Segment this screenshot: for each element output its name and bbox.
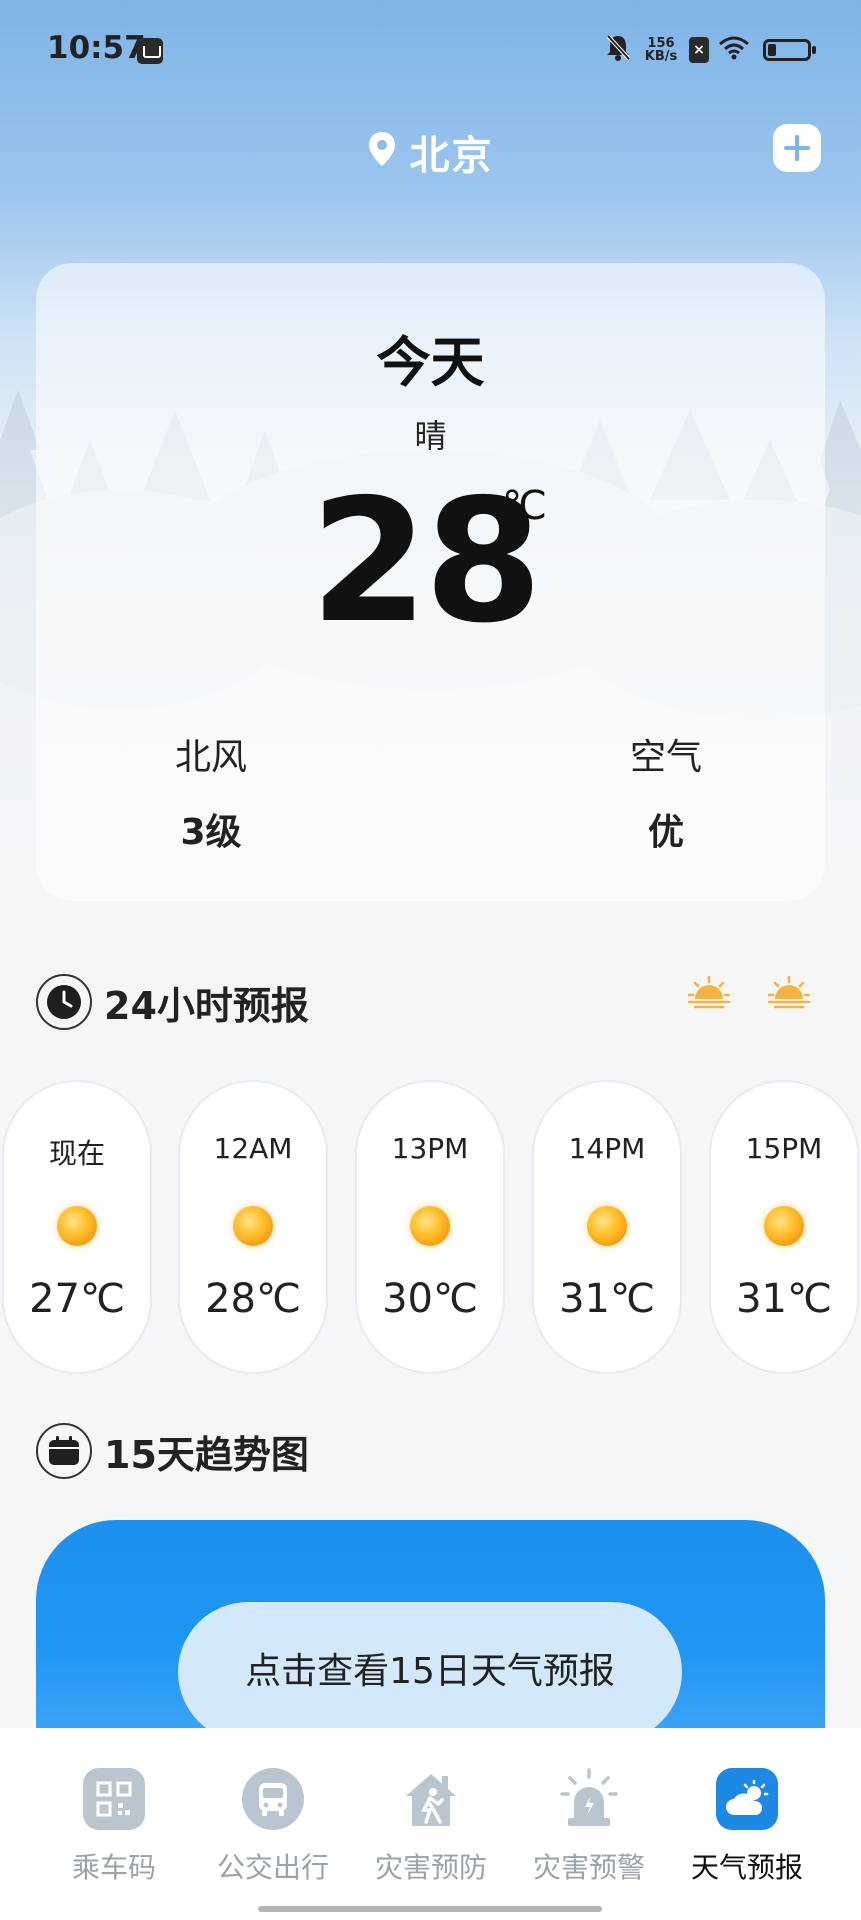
location-pin-icon (368, 131, 396, 177)
clock-icon (36, 974, 92, 1030)
nav-item-bus-travel[interactable]: 公交出行 (203, 1768, 343, 1886)
bottom-navigation: 乘车码 公交出行 灾害预防 灾害预警 天气预报 (0, 1728, 861, 1920)
calendar-icon (36, 1423, 92, 1479)
sun-icon (410, 1206, 450, 1246)
weather-screen: 10:57 156 KB/s × 北京 今天 晴 28 ℃ 北风 3级 空气 优… (0, 0, 861, 1920)
battery-icon (763, 39, 816, 61)
weather-condition: 晴 (414, 417, 447, 455)
hour-time: 12AM (213, 1132, 293, 1165)
hour-temp: 31℃ (559, 1276, 655, 1322)
bus-icon (242, 1768, 304, 1830)
bell-off-icon (603, 33, 633, 68)
nav-label: 天气预报 (690, 1851, 803, 1884)
city-name: 北京 (409, 133, 494, 179)
sun-icon (587, 1206, 627, 1246)
trend-section-header: 15天趋势图 (36, 1422, 309, 1480)
hour-temp: 31℃ (736, 1276, 832, 1322)
air-label: 空气 (629, 737, 702, 778)
add-city-button[interactable] (773, 124, 821, 172)
x-icon: × (689, 37, 709, 63)
nav-item-weather[interactable]: 天气预报 (677, 1768, 817, 1886)
hour-time: 14PM (568, 1132, 646, 1165)
alarm-light-icon (558, 1768, 620, 1830)
status-icons: 156 KB/s × (603, 30, 816, 70)
sim-icon (137, 38, 163, 64)
city-selector[interactable]: 北京 (0, 123, 861, 181)
hour-card: 12AM 28℃ (178, 1080, 328, 1374)
qr-code-icon (83, 1768, 145, 1830)
view-15-day-forecast-button[interactable]: 点击查看15日天气预报 (178, 1602, 682, 1742)
hour-time: 15PM (745, 1132, 823, 1165)
status-bar: 10:57 156 KB/s × (0, 0, 861, 100)
nav-label: 灾害预防 (374, 1851, 487, 1884)
net-speed-unit: KB/s (644, 49, 678, 64)
hourly-forecast-list[interactable]: 现在 27℃ 12AM 28℃ 13PM 30℃ 14PM 31℃ 15PM 3… (0, 1080, 861, 1374)
sunrise-sunset (687, 975, 811, 1013)
hour-card: 13PM 30℃ (355, 1080, 505, 1374)
hourly-title: 24小时预报 (104, 983, 309, 1028)
sun-icon (57, 1206, 97, 1246)
wifi-icon (719, 36, 749, 64)
trend-title: 15天趋势图 (104, 1432, 309, 1477)
wind-level: 3级 (180, 812, 242, 853)
nav-label: 灾害预警 (532, 1851, 645, 1884)
header: 北京 (0, 118, 861, 181)
hour-time: 13PM (391, 1132, 469, 1165)
nav-label: 乘车码 (71, 1851, 156, 1884)
air-quality: 优 (647, 812, 684, 853)
nav-label: 公交出行 (216, 1851, 329, 1884)
wind-direction: 北风 (174, 737, 247, 778)
hour-temp: 30℃ (382, 1276, 478, 1322)
hour-temp: 28℃ (205, 1276, 301, 1322)
sunset-icon (767, 975, 811, 1013)
hour-card: 现在 27℃ (2, 1080, 152, 1374)
trend-card: 点击查看15日天气预报 (36, 1520, 825, 1760)
hour-time: 现在 (48, 1137, 105, 1170)
temperature-unit: ℃ (502, 483, 547, 529)
house-runner-icon (400, 1768, 462, 1830)
hour-temp: 27℃ (29, 1276, 125, 1322)
hour-card: 14PM 31℃ (532, 1080, 682, 1374)
nav-item-disaster-warning[interactable]: 灾害预警 (519, 1768, 659, 1886)
weather-icon (716, 1768, 778, 1830)
home-indicator[interactable] (258, 1906, 602, 1912)
net-speed: 156 KB/s (643, 37, 679, 63)
nav-item-bus-pass[interactable]: 乘车码 (44, 1768, 184, 1886)
sun-icon (764, 1206, 804, 1246)
today-card: 今天 晴 28 ℃ 北风 3级 空气 优 (36, 263, 825, 901)
sun-icon (233, 1206, 273, 1246)
hour-card: 15PM 31℃ (709, 1080, 859, 1374)
sunrise-icon (687, 975, 731, 1013)
status-time: 10:57 (47, 30, 146, 66)
nav-item-disaster-prevention[interactable]: 灾害预防 (361, 1768, 501, 1886)
hourly-section-header: 24小时预报 (36, 973, 309, 1031)
today-title: 今天 (376, 331, 485, 394)
